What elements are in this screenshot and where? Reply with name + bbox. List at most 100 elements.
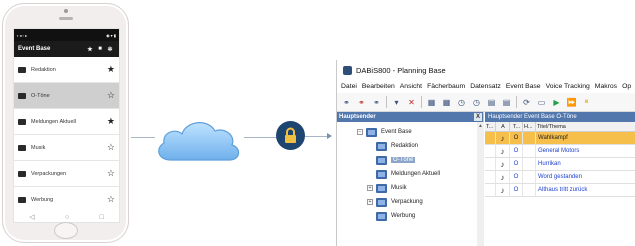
star-filled-icon[interactable]: ★ (107, 116, 115, 127)
tree-node-label: Redaktion (391, 143, 419, 149)
delete-icon[interactable]: ✕ (406, 97, 417, 108)
clock-icon[interactable]: ◷ (456, 97, 467, 108)
expand-icon[interactable]: + (367, 199, 373, 205)
folder-icon (376, 211, 387, 221)
table-cell (485, 171, 496, 183)
column-header[interactable]: T... (510, 122, 523, 131)
refresh-icon[interactable]: ⟳ (521, 97, 532, 108)
table-row[interactable]: ♪ O Hurrikan (485, 158, 635, 171)
table-row[interactable]: ♪ O General Motors (485, 145, 635, 158)
list-item[interactable]: Redaktion ★ (14, 57, 119, 83)
star-outline-icon[interactable]: ☆ (107, 90, 115, 101)
tree-scrollbar[interactable]: ▲ (477, 122, 484, 246)
music-note-icon: ♪ (496, 145, 510, 157)
table-row[interactable]: ♪ O Wahlkampf (485, 132, 635, 145)
table-cell (523, 158, 536, 170)
table-cell-title: Wahlkampf (536, 132, 635, 144)
phone-speaker (59, 17, 73, 20)
tree-node[interactable]: + Musik (367, 182, 407, 194)
star-outline-icon[interactable]: ☆ (107, 168, 115, 179)
status-bar: ▪ ◂ ▫ ▸ ◉ ▾ ▮ (14, 29, 119, 41)
list-item[interactable]: O-Töne ☆ (14, 83, 119, 109)
list-item-label: Verpackungen (31, 170, 67, 177)
menu-item[interactable]: Fächerbaum (427, 83, 465, 90)
gear-icon[interactable]: ✲ (105, 46, 115, 53)
collapse-icon[interactable]: − (357, 129, 363, 135)
list-item[interactable]: Meldungen Aktuell ★ (14, 109, 119, 135)
menu-item[interactable]: Voice Tracking (546, 83, 590, 90)
table-cell (523, 171, 536, 183)
tree-node-label: O-Töne (391, 157, 416, 163)
pause-icon[interactable]: ⏸ (581, 97, 592, 108)
list-item[interactable]: Verpackungen ☆ (14, 161, 119, 187)
toolbar: ⚭ ⚭ ⚭ ▾ ✕ ▦ ▦ ◷ ◷ ▤ ▤ ⟳ ▭ ▶ ⏩ ⏸ (337, 93, 635, 112)
menu-item[interactable]: Makros (595, 83, 617, 90)
column-header[interactable]: T... (485, 122, 496, 131)
table-cell: O (510, 132, 523, 144)
tree-node-label: Musik (391, 185, 407, 191)
menu-item[interactable]: Datei (341, 83, 357, 90)
binoculars-red-icon[interactable]: ⚭ (356, 97, 367, 108)
list-item[interactable]: Musik ☆ (14, 135, 119, 161)
table-row[interactable]: ♪ O Word gestanden (485, 171, 635, 184)
phone-camera (64, 9, 68, 13)
scroll-up-icon[interactable]: ▲ (478, 123, 483, 129)
tree-node-label: Meldungen Aktuell (391, 171, 441, 177)
star-outline-icon[interactable]: ☆ (107, 142, 115, 153)
home-button[interactable]: ○ (65, 214, 69, 221)
column-header[interactable]: H... (523, 122, 536, 131)
tree-node-label: Verpackung (391, 199, 423, 205)
folder-icon (376, 155, 387, 165)
table-icon[interactable]: ▤ (486, 97, 497, 108)
illustration-stage: ▪ ◂ ▫ ▸ ◉ ▾ ▮ Event Base ★ ■ ✲ Redaktion… (0, 0, 635, 246)
arrow-head (327, 133, 332, 139)
window-icon[interactable]: ▭ (536, 97, 547, 108)
tree-node[interactable]: + Verpackung (367, 196, 423, 208)
tree-node[interactable]: − Event Base (357, 126, 412, 138)
clock-icon[interactable]: ◷ (471, 97, 482, 108)
phone-home-button[interactable] (54, 222, 78, 239)
table-icon[interactable]: ▤ (501, 97, 512, 108)
menu-item[interactable]: Datensatz (470, 83, 501, 90)
menu-item[interactable]: Op (622, 83, 631, 90)
column-header[interactable]: A (496, 122, 510, 131)
column-header[interactable]: Titel/Thema (536, 122, 635, 131)
folder-icon[interactable]: ■ (95, 46, 105, 52)
back-button[interactable]: ◁ (29, 213, 34, 221)
table-cell (523, 184, 536, 196)
fast-forward-icon[interactable]: ⏩ (566, 97, 577, 108)
star-filled-icon[interactable]: ★ (107, 64, 115, 75)
status-icons-left: ▪ ◂ ▫ ▸ (17, 32, 28, 38)
folder-icon (376, 183, 387, 193)
star-icon[interactable]: ★ (85, 46, 95, 53)
list-item[interactable]: Werbung ☆ (14, 187, 119, 213)
list-item-label: Redaktion (31, 66, 56, 73)
toolbar-separator (516, 96, 517, 108)
menu-item[interactable]: Event Base (506, 83, 541, 90)
window-titlebar: DABiS800 - Planning Base (337, 60, 635, 80)
binoculars-grey-icon[interactable]: ⚭ (371, 97, 382, 108)
filter-icon[interactable]: ▾ (391, 97, 402, 108)
list-item-label: O-Töne (31, 92, 50, 99)
folder-icon (18, 196, 26, 203)
menu-item[interactable]: Ansicht (400, 83, 422, 90)
binoculars-icon[interactable]: ⚭ (341, 97, 352, 108)
play-icon[interactable]: ▶ (551, 97, 562, 108)
list-item-label: Werbung (31, 196, 54, 203)
table-cell (523, 132, 536, 144)
menu-item[interactable]: Bearbeiten (362, 83, 395, 90)
tree-node[interactable]: Werbung (367, 210, 415, 222)
table-row[interactable]: ♪ O Althaus tritt zurück (485, 184, 635, 197)
close-icon[interactable]: X (474, 113, 482, 121)
recent-apps-button[interactable]: □ (100, 214, 104, 221)
folder-icon (18, 170, 26, 177)
star-outline-icon[interactable]: ☆ (107, 194, 115, 205)
expand-icon[interactable]: + (367, 185, 373, 191)
tree-node[interactable]: Redaktion (367, 140, 418, 152)
grid-icon[interactable]: ▦ (426, 97, 437, 108)
event-list-panel: Hauptsender Event Base O-Töne T... A T... H… (485, 112, 635, 246)
table-cell: O (510, 145, 523, 157)
tree-node[interactable]: Meldungen Aktuell (367, 168, 440, 180)
grid-icon[interactable]: ▦ (441, 97, 452, 108)
tree-node[interactable]: O-Töne (367, 154, 416, 166)
